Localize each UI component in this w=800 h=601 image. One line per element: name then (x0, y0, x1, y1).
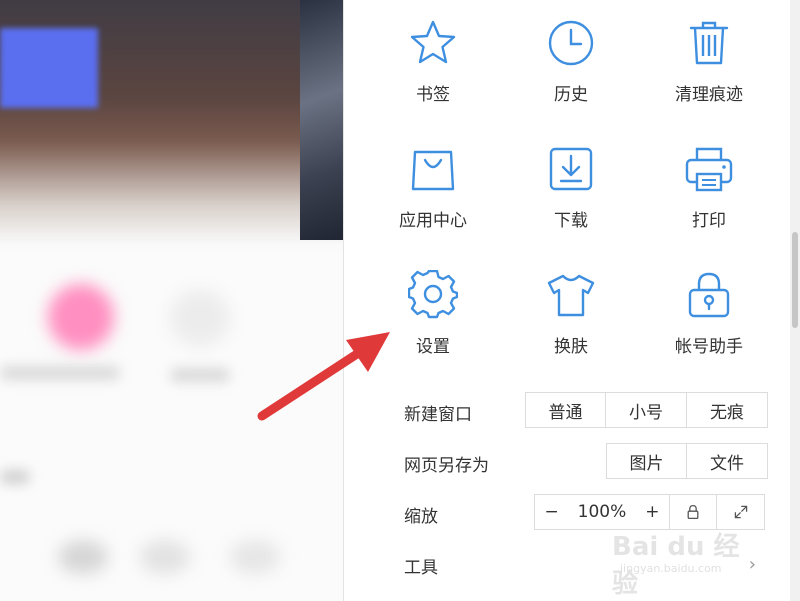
clock-icon (548, 20, 594, 66)
print-button[interactable]: 打印 (640, 140, 778, 252)
zoom-label: 缩放 (404, 507, 438, 527)
blurred-text-line (170, 368, 230, 382)
tools-label: 工具 (404, 558, 438, 578)
clear-traces-button[interactable]: 清理痕迹 (640, 14, 778, 126)
bookmarks-button[interactable]: 书签 (364, 14, 502, 126)
blurred-pink-circle (48, 284, 114, 350)
save-as-image-button[interactable]: 图片 (607, 444, 687, 478)
download-button[interactable]: 下载 (502, 140, 640, 252)
zoom-out-button[interactable]: − (544, 502, 558, 522)
save-page-label: 网页另存为 (404, 456, 489, 476)
zoom-controls: − 100% + (534, 494, 765, 530)
zoom-in-button[interactable]: + (645, 502, 659, 522)
watermark-url: jingyan.baidu.com (620, 562, 722, 575)
lock-icon (687, 504, 699, 520)
blurred-grey-shape (58, 540, 108, 574)
account-assistant-button[interactable]: 帐号助手 (640, 266, 778, 378)
blurred-grey-shape (230, 540, 280, 574)
printer-icon (685, 147, 733, 192)
clear-traces-label: 清理痕迹 (675, 85, 743, 105)
expand-icon (734, 505, 747, 519)
skin-button[interactable]: 换肤 (502, 266, 640, 378)
save-as-file-button[interactable]: 文件 (687, 444, 767, 478)
star-icon (410, 20, 456, 64)
download-label: 下载 (554, 211, 588, 231)
baidu-jingyan-watermark: Bai du 经验 jingyan.baidu.com (612, 526, 762, 599)
red-arrow-annotation (257, 332, 390, 421)
blurred-grey-shape (140, 540, 190, 574)
account-assistant-label: 帐号助手 (675, 337, 743, 357)
lock-icon (688, 272, 730, 318)
zoom-lock-button[interactable] (670, 495, 717, 529)
app-center-button[interactable]: 应用中心 (364, 140, 502, 252)
download-icon (549, 147, 593, 191)
blurred-page-background (0, 0, 345, 601)
new-window-options: 普通 小号 无痕 (525, 392, 768, 428)
new-window-row: 新建窗口 普通 小号 无痕 (404, 392, 784, 430)
new-window-normal-button[interactable]: 普通 (526, 393, 606, 427)
blurred-text-line (0, 366, 120, 380)
blurred-text-line (0, 470, 30, 484)
new-window-label: 新建窗口 (404, 405, 472, 425)
app-center-label: 应用中心 (399, 211, 467, 231)
mountain-image-strip (300, 0, 345, 240)
zoom-value: 100% (577, 502, 627, 522)
gear-icon (408, 270, 458, 319)
fullscreen-button[interactable] (717, 495, 764, 529)
history-label: 历史 (554, 85, 588, 105)
history-button[interactable]: 历史 (502, 14, 640, 126)
settings-label: 设置 (416, 337, 450, 357)
tshirt-icon (547, 274, 595, 317)
bookmarks-label: 书签 (416, 85, 450, 105)
blurred-blue-block (0, 28, 98, 108)
new-window-incognito-button[interactable]: 无痕 (687, 393, 767, 427)
shopping-bag-icon (411, 150, 455, 191)
print-label: 打印 (692, 211, 726, 231)
zoom-stepper: − 100% + (535, 495, 670, 529)
save-page-options: 图片 文件 (606, 443, 768, 479)
blurred-grey-circle (170, 290, 230, 346)
scrollbar-thumb[interactable] (792, 232, 798, 328)
new-window-small-button[interactable]: 小号 (606, 393, 687, 427)
save-page-row: 网页另存为 图片 文件 (404, 443, 784, 481)
scrollbar[interactable] (790, 0, 800, 601)
trash-icon (689, 21, 729, 65)
browser-menu-panel: 书签 历史 清理痕迹 应用中心 下载 打印 设置 换肤 帐号助手 新建窗口 普通… (343, 0, 800, 601)
skin-label: 换肤 (554, 337, 588, 357)
